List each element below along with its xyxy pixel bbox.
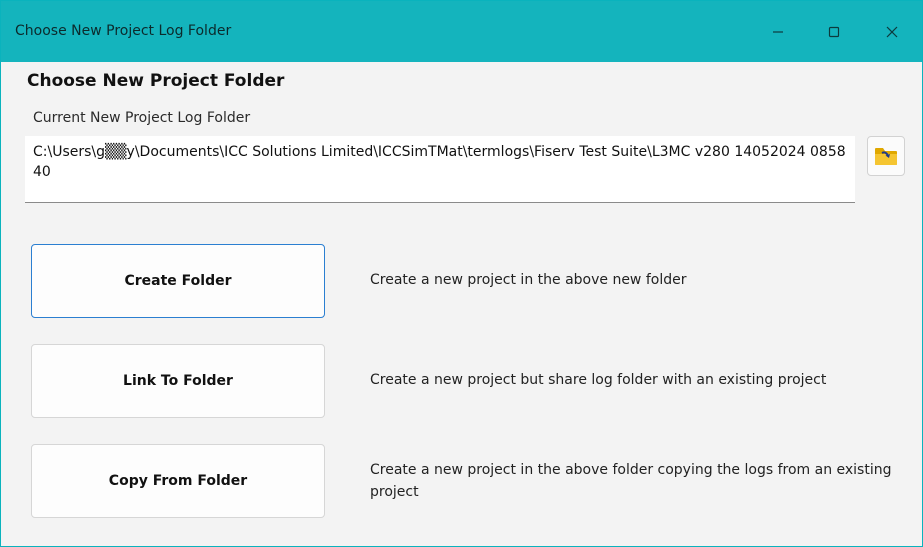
maximize-icon [828,26,840,38]
current-folder-label: Current New Project Log Folder [33,110,251,126]
title-bar[interactable]: Choose New Project Log Folder [1,1,922,62]
copy-from-folder-description: Create a new project in the above folder… [370,462,892,500]
create-folder-description: Create a new project in the above new fo… [370,272,687,288]
link-to-folder-description: Create a new project but share log folde… [370,372,827,388]
create-folder-label: Create Folder [124,273,232,289]
link-to-folder-button[interactable]: Link To Folder [31,344,325,418]
folder-open-icon [875,148,897,165]
minimize-icon [773,31,783,33]
create-folder-button[interactable]: Create Folder [31,244,325,318]
current-folder-path-field[interactable]: C:\Users\g▒▒y\Documents\ICC Solutions Li… [25,136,855,203]
dialog-window: Choose New Project Log Folder Choose New… [0,0,923,547]
maximize-button[interactable] [811,15,857,49]
copy-from-folder-button[interactable]: Copy From Folder [31,444,325,518]
dialog-heading: Choose New Project Folder [27,71,285,91]
close-icon [886,26,898,38]
window-title: Choose New Project Log Folder [15,23,232,39]
minimize-button[interactable] [755,15,801,49]
copy-from-folder-label: Copy From Folder [108,473,248,489]
browse-folder-button[interactable] [867,136,905,176]
link-to-folder-label: Link To Folder [123,373,233,389]
close-button[interactable] [869,15,915,49]
